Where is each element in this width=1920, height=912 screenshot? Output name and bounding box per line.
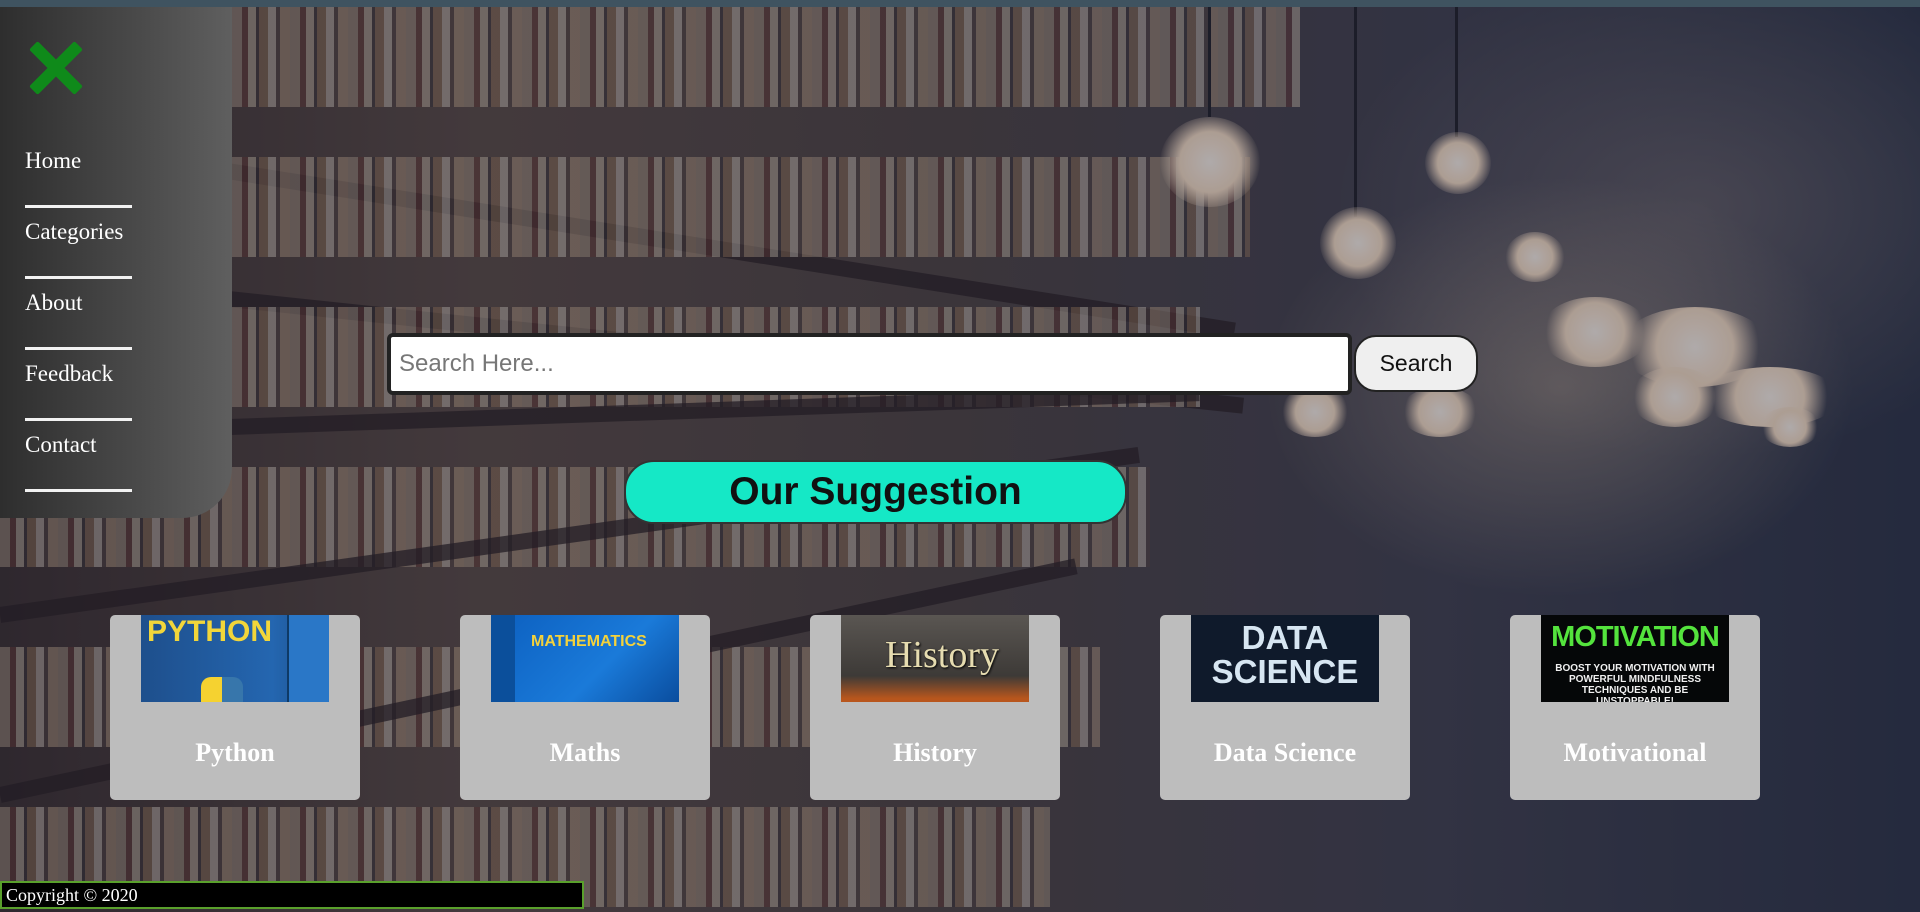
data-science-book-cover-image: DATA SCIENCE [1191, 615, 1379, 702]
close-x-icon[interactable] [28, 40, 84, 96]
book-card-data-science[interactable]: DATA SCIENCE Data Science [1160, 615, 1410, 800]
book-card-python[interactable]: PYTHON Python [110, 615, 360, 800]
cover-title: DATA SCIENCE [1211, 619, 1359, 690]
card-label: Data Science [1213, 738, 1357, 767]
cover-title: History [885, 634, 999, 676]
card-label: History [893, 738, 977, 767]
our-suggestion-heading: Our Suggestion [624, 460, 1127, 524]
python-logo-icon [201, 677, 243, 702]
book-card-motivational[interactable]: MOTIVATION BOOST YOUR MOTIVATION WITH PO… [1510, 615, 1760, 800]
card-label: Maths [549, 738, 621, 767]
nav-item-feedback[interactable]: Feedback [25, 350, 132, 421]
search-button[interactable]: Search [1354, 335, 1478, 392]
book-card-history[interactable]: History History [810, 615, 1060, 800]
cover-title: PYTHON [147, 615, 273, 648]
top-bar [0, 0, 1920, 7]
nav-item-home[interactable]: Home [25, 137, 132, 208]
search-input[interactable] [387, 333, 1352, 395]
card-label: Motivational [1563, 738, 1707, 767]
nav-menu: Home Categories About Feedback Contact [25, 137, 165, 492]
nav-item-categories[interactable]: Categories [25, 208, 132, 279]
card-label: Python [195, 738, 275, 767]
copyright-footer: Copyright © 2020 [0, 881, 584, 909]
nav-item-about[interactable]: About [25, 279, 132, 350]
cover-subtitle: BOOST YOUR MOTIVATION WITH POWERFUL MIND… [1555, 663, 1715, 702]
cover-title: MOTIVATION [1551, 621, 1720, 653]
motivation-book-cover-image: MOTIVATION BOOST YOUR MOTIVATION WITH PO… [1541, 615, 1729, 702]
nav-item-contact[interactable]: Contact [25, 421, 132, 492]
side-navigation: Home Categories About Feedback Contact [0, 7, 232, 518]
book-card-maths[interactable]: MATHEMATICS Maths [460, 615, 710, 800]
python-book-cover-image: PYTHON [141, 615, 329, 702]
cover-title: MATHEMATICS [531, 633, 647, 650]
maths-book-cover-image: MATHEMATICS [491, 615, 679, 702]
history-book-cover-image: History [841, 615, 1029, 702]
